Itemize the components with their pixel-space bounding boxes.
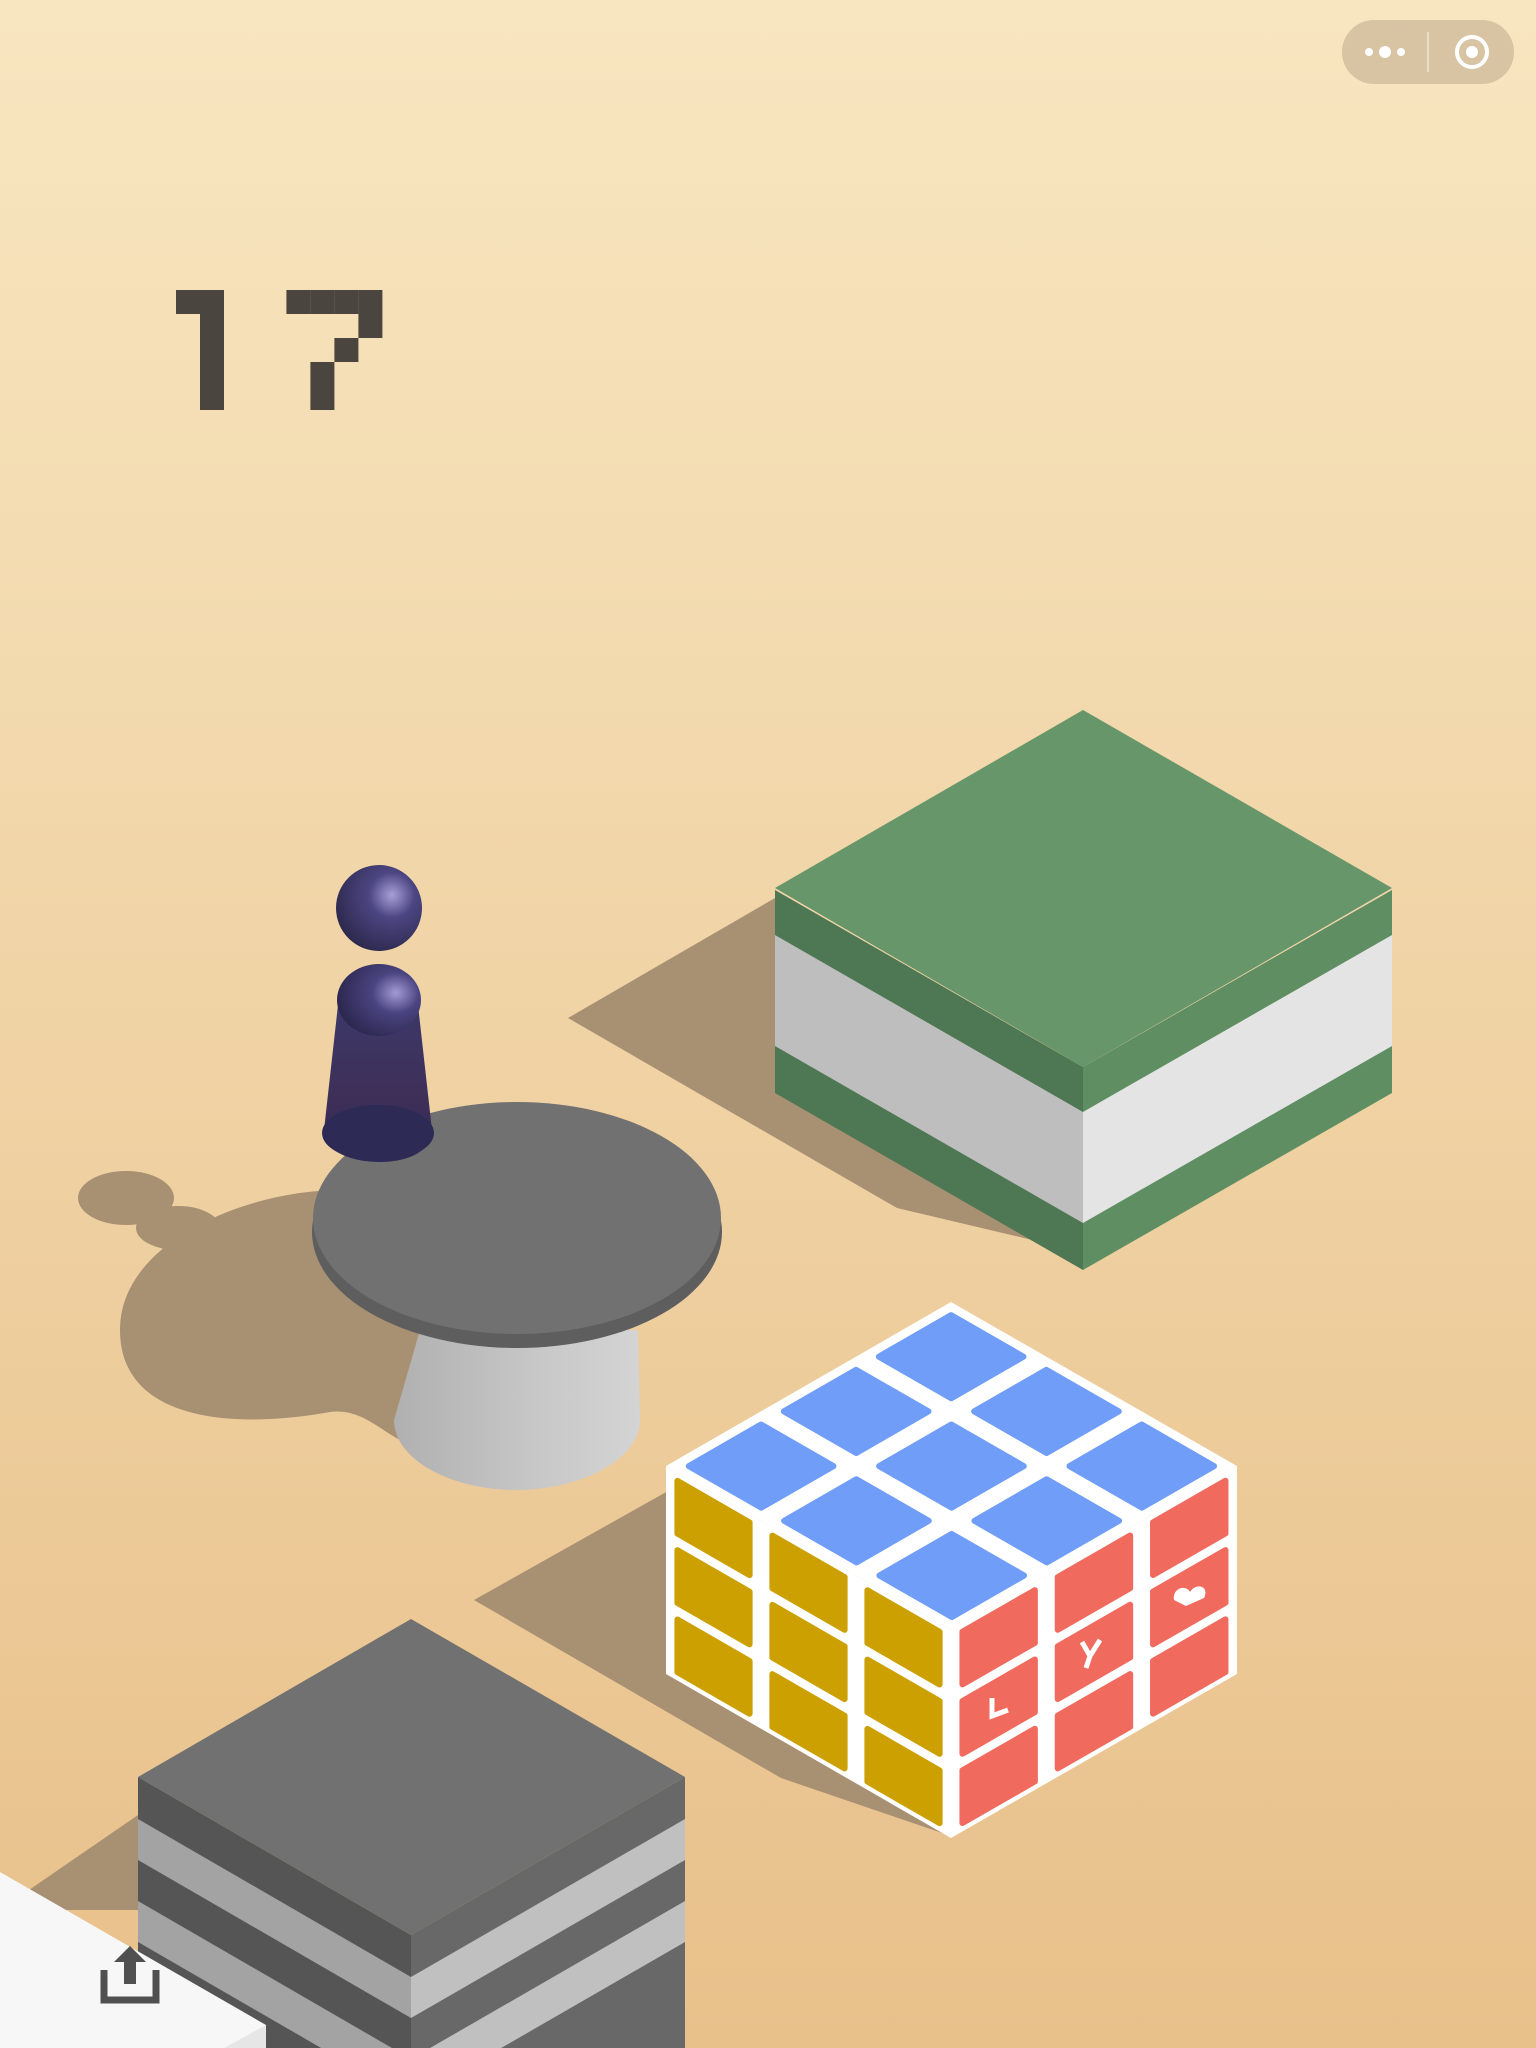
platform-cone xyxy=(394,1330,640,1490)
more-button[interactable] xyxy=(1342,20,1427,84)
score-pixel xyxy=(200,386,224,410)
game-screen[interactable]: 17 xyxy=(0,0,1536,2048)
score-pixel xyxy=(200,362,224,386)
score-pixel xyxy=(310,362,335,386)
score-pixel xyxy=(310,386,335,410)
score-pixel xyxy=(286,290,311,314)
score-pixel xyxy=(334,290,359,314)
close-button[interactable] xyxy=(1429,20,1514,84)
player-shoulder xyxy=(337,964,421,1036)
target-close-icon xyxy=(1454,35,1489,69)
player-base xyxy=(322,1105,434,1161)
game-scene[interactable]: 17 xyxy=(0,0,1536,2048)
share-upload-icon xyxy=(100,1946,160,2004)
score-pixel xyxy=(200,338,224,362)
score-pixel xyxy=(334,338,359,362)
player-head xyxy=(336,865,422,951)
piece-body-shadow xyxy=(136,1206,220,1250)
player-piece[interactable] xyxy=(322,865,434,1162)
score-pixel xyxy=(310,290,335,314)
score-pixel xyxy=(358,290,383,314)
capsule-menu xyxy=(1342,20,1514,84)
score-pixel xyxy=(176,290,200,314)
share-button[interactable] xyxy=(96,1940,164,2008)
more-dots-icon xyxy=(1364,46,1405,58)
score-pixel xyxy=(200,290,224,314)
score-pixel xyxy=(358,314,383,338)
score-pixel xyxy=(200,314,224,338)
